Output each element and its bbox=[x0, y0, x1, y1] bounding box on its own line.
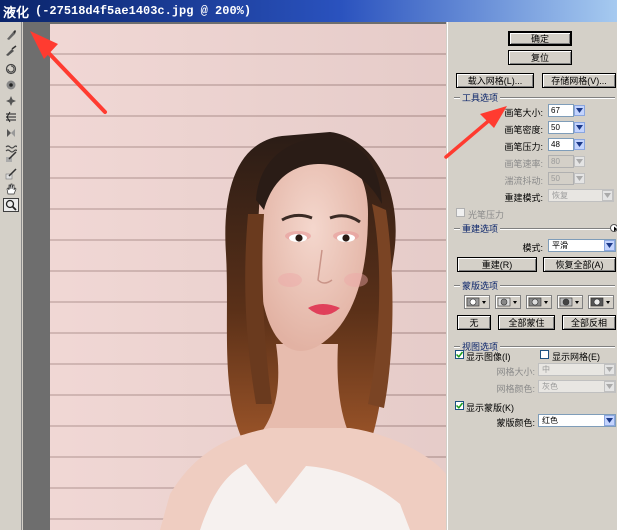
show-image-label: 显示图像(I) bbox=[466, 352, 511, 362]
brush-size-input[interactable]: 67 bbox=[548, 104, 574, 117]
brush-density-dropdown-icon[interactable] bbox=[574, 122, 585, 133]
title-bar: 液化 (-27518d4f5ae1403c.jpg @ 200%) bbox=[0, 0, 617, 22]
show-mesh-label: 显示网格(E) bbox=[552, 352, 600, 362]
turbulent-jitter-dropdown-icon bbox=[574, 173, 585, 184]
mask-subtract-icon[interactable] bbox=[526, 295, 552, 309]
load-mesh-button[interactable]: 载入网格(L)... bbox=[456, 73, 534, 88]
mask-none-button[interactable]: 无 bbox=[457, 315, 491, 330]
brush-size-label: 画笔大小: bbox=[504, 108, 543, 118]
image-canvas[interactable] bbox=[50, 24, 446, 530]
window-app-title: 液化 bbox=[3, 4, 30, 20]
mask-options-title: 蒙版选项 bbox=[460, 279, 501, 292]
mask-color-label: 蒙版颜色: bbox=[496, 418, 535, 428]
ok-button[interactable]: 确定 bbox=[508, 31, 572, 46]
brush-pressure-dropdown-icon[interactable] bbox=[574, 139, 585, 150]
reconstruct-tool-icon[interactable] bbox=[3, 44, 19, 58]
mask-invert-icon[interactable] bbox=[588, 295, 614, 309]
brush-rate-input: 80 bbox=[548, 155, 574, 168]
canvas-frame bbox=[23, 22, 446, 530]
mask-color-select[interactable]: 红色 bbox=[538, 414, 616, 427]
mask-replace-icon[interactable] bbox=[464, 295, 490, 309]
reset-button[interactable]: 复位 bbox=[508, 50, 572, 65]
reconstruct-mode-value: 恢复 bbox=[552, 191, 568, 200]
zoom-tool-icon[interactable] bbox=[3, 198, 19, 212]
brush-size-dropdown-icon[interactable] bbox=[574, 105, 585, 116]
portrait-illustration bbox=[160, 132, 446, 530]
hand-tool-icon[interactable] bbox=[3, 182, 19, 196]
stylus-pressure-label: 光笔压力 bbox=[468, 210, 505, 220]
mask-color-dropdown-icon[interactable] bbox=[604, 415, 615, 426]
mask-add-icon[interactable] bbox=[495, 295, 521, 309]
brush-density-label: 画笔密度: bbox=[504, 125, 543, 135]
options-panel: 确定 复位 载入网格(L)... 存储网格(V)... 工具选项 画笔大小: 6… bbox=[447, 22, 617, 530]
push-left-tool-icon[interactable] bbox=[3, 110, 19, 124]
reconstruct-mode-dropdown-icon bbox=[602, 190, 613, 201]
freeze-mask-tool-icon[interactable] bbox=[3, 150, 19, 164]
mesh-color-value: 灰色 bbox=[542, 382, 558, 391]
brush-rate-label: 画笔速率: bbox=[504, 159, 543, 169]
brush-rate-dropdown-icon bbox=[574, 156, 585, 167]
reconstruct-smooth-dropdown-icon[interactable] bbox=[604, 240, 615, 251]
mesh-size-label: 网格大小: bbox=[496, 367, 535, 377]
brush-pressure-input[interactable]: 48 bbox=[548, 138, 574, 151]
turbulent-jitter-label: 湍流抖动: bbox=[504, 176, 543, 186]
invert-all-button[interactable]: 全部反相 bbox=[562, 315, 616, 330]
stylus-pressure-checkbox bbox=[456, 208, 465, 217]
save-mesh-button[interactable]: 存储网格(V)... bbox=[542, 73, 616, 88]
reconstruct-smooth-value: 平滑 bbox=[552, 241, 568, 250]
reconstruct-smooth-select[interactable]: 平滑 bbox=[548, 239, 616, 252]
window-doc-title: (-27518d4f5ae1403c.jpg @ 200%) bbox=[35, 4, 252, 18]
mask-all-button[interactable]: 全部蒙住 bbox=[498, 315, 555, 330]
mesh-size-select: 中 bbox=[538, 363, 616, 376]
reconstruct-mode-label: 重建模式: bbox=[504, 193, 543, 203]
restore-all-button[interactable]: 恢复全部(A) bbox=[543, 257, 616, 272]
brush-density-input[interactable]: 50 bbox=[548, 121, 574, 134]
bloat-tool-icon[interactable] bbox=[3, 94, 19, 108]
mesh-color-label: 网格颜色: bbox=[496, 384, 535, 394]
show-mask-label: 显示蒙版(K) bbox=[466, 403, 514, 413]
reconstruct-button[interactable]: 重建(R) bbox=[457, 257, 537, 272]
toolbox bbox=[0, 22, 22, 530]
mesh-color-select: 灰色 bbox=[538, 380, 616, 393]
tool-options-title: 工具选项 bbox=[460, 91, 501, 104]
reconstruct-mode-option-label: 模式: bbox=[522, 243, 543, 253]
reconstruct-mode-select: 恢复 bbox=[548, 189, 614, 202]
mask-intersect-icon[interactable] bbox=[557, 295, 583, 309]
twirl-tool-icon[interactable] bbox=[3, 62, 19, 76]
forward-warp-tool-icon[interactable] bbox=[3, 28, 19, 42]
show-image-checkbox[interactable] bbox=[455, 350, 464, 359]
mask-color-value: 红色 bbox=[542, 416, 558, 425]
pucker-tool-icon[interactable] bbox=[3, 78, 19, 92]
show-mask-checkbox[interactable] bbox=[455, 401, 464, 410]
panel-menu-arrow-icon[interactable] bbox=[610, 224, 617, 232]
mesh-size-dropdown-icon bbox=[604, 364, 615, 375]
mesh-size-value: 中 bbox=[542, 365, 550, 374]
brush-pressure-label: 画笔压力: bbox=[504, 142, 543, 152]
reconstruct-options-title: 重建选项 bbox=[460, 222, 501, 235]
turbulent-jitter-input: 50 bbox=[548, 172, 574, 185]
thaw-mask-tool-icon[interactable] bbox=[3, 167, 19, 181]
mesh-color-dropdown-icon bbox=[604, 381, 615, 392]
mirror-tool-icon[interactable] bbox=[3, 126, 19, 140]
show-mesh-checkbox[interactable] bbox=[540, 350, 549, 359]
